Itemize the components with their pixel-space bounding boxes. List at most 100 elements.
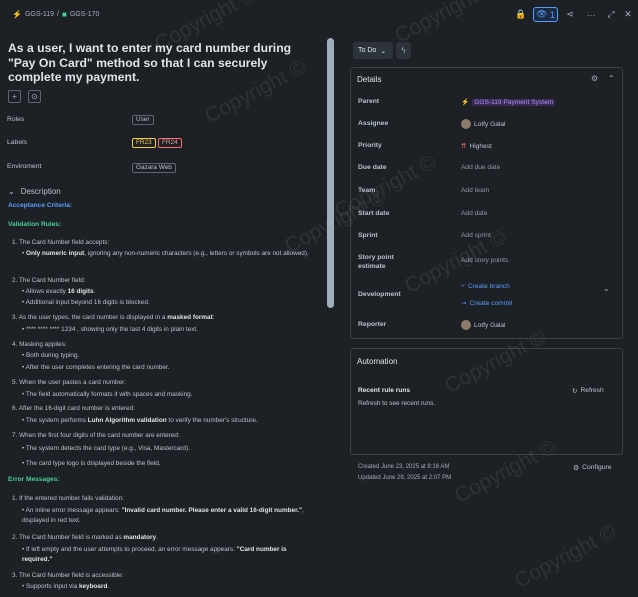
actions-icon[interactable]: ⊙: [28, 90, 41, 103]
eye-icon: 👁: [536, 9, 548, 19]
list-item: 2. The Card Number field is marked as ma…: [12, 534, 158, 541]
status-dropdown[interactable]: To Do ⌄: [353, 42, 393, 59]
list-subitem: • Additional input beyond 16 digits is b…: [22, 299, 150, 306]
errors-heading: Error Messages:: [8, 476, 60, 483]
create-commit-link[interactable]: ⊸ Create commit: [461, 299, 513, 308]
breadcrumb-parent[interactable]: GGS-119: [25, 11, 54, 18]
detail-label: Team: [358, 187, 376, 194]
list-item: 3. As the user types, the card number is…: [12, 314, 215, 321]
due-date-value[interactable]: Add due date: [461, 164, 500, 171]
text: The field automatically formats it with …: [25, 391, 193, 398]
roles-label: Roles: [7, 116, 25, 123]
label-chip[interactable]: FR23: [132, 138, 156, 148]
text: to verify the number's structure.: [166, 417, 258, 424]
add-icon[interactable]: +: [8, 90, 21, 103]
assignee-value[interactable]: Lotfy Galal: [461, 119, 506, 129]
sprint-value[interactable]: Add sprint: [461, 232, 491, 239]
acceptance-heading: Acceptance Criteria:: [8, 202, 73, 209]
list-subitem: • **** **** **** 1234 , showing only the…: [22, 326, 198, 333]
list-subitem: • An inline error message appears: "Inva…: [22, 507, 304, 524]
details-heading[interactable]: Details: [357, 75, 381, 84]
created-timestamp: Created June 23, 2025 at 8:16 AM: [358, 464, 450, 470]
breadcrumb-current[interactable]: GGS-170: [70, 11, 100, 18]
detail-label: Reporter: [358, 321, 387, 328]
list-subitem: • The system performs Luhn Algorithm val…: [22, 417, 258, 424]
reporter-value[interactable]: Lotfy Galal: [461, 320, 506, 330]
list-subitem: • Both during typing.: [22, 352, 80, 359]
text: The system performs: [25, 417, 88, 424]
watch-button[interactable]: 👁 1: [533, 7, 558, 22]
detail-label: Due date: [358, 164, 387, 171]
environment-label: Enviroment: [7, 163, 42, 170]
bold-text: keyboard: [78, 583, 108, 590]
detail-label: Development: [358, 291, 401, 298]
configure-button[interactable]: ⚙ Configure: [573, 464, 612, 472]
top-bar: ⚡ GGS-119 / ■ GGS-170 🔒 👁 1 ⋖ ··· ⤢ ✕: [0, 0, 638, 30]
parent-link[interactable]: GGS-119 Payment System: [472, 98, 556, 106]
chevron-down-icon[interactable]: ⌄: [603, 284, 610, 293]
avatar: [461, 119, 471, 129]
create-commit-text: Create commit: [469, 299, 513, 307]
automation-bolt-icon[interactable]: ϟ: [396, 42, 411, 59]
priority-text: Highest: [469, 142, 492, 150]
issue-title[interactable]: As a user, I want to enter my card numbe…: [8, 41, 320, 85]
refresh-button[interactable]: ↻ Refresh: [572, 387, 604, 395]
more-icon[interactable]: ···: [584, 7, 598, 22]
list-item: 7. When the first four digits of the car…: [12, 432, 180, 439]
scrollbar[interactable]: [327, 38, 334, 308]
text: If left empty and the user attempts to p…: [26, 546, 237, 553]
description-header[interactable]: ⌄ Description: [8, 187, 61, 196]
list-subitem: • If left empty and the user attempts to…: [22, 546, 287, 563]
text: , ignoring any non-numeric characters (e…: [84, 250, 309, 257]
recent-rule-runs: Recent rule runs: [358, 387, 411, 394]
environment-value[interactable]: Gazara Web: [132, 163, 176, 173]
epic-icon: ⚡: [461, 99, 470, 106]
list-item: 5. When the user pastes a card number:: [12, 379, 127, 386]
roles-value[interactable]: User: [132, 115, 154, 125]
chevron-down-icon: ⌄: [8, 187, 15, 196]
refresh-icon: ↻: [572, 388, 578, 395]
priority-value[interactable]: ⇈ Highest: [461, 142, 492, 151]
create-branch-text: Create branch: [467, 283, 510, 290]
configure-label: Configure: [582, 464, 612, 471]
updated-timestamp: Updated June 29, 2025 at 2:07 PM: [358, 475, 452, 481]
team-value[interactable]: Add team: [461, 187, 489, 194]
create-branch-link[interactable]: ⑂ Create branch: [461, 283, 510, 290]
list-subitem: • The card type logo is displayed beside…: [22, 460, 161, 467]
branch-icon: ⑂: [461, 283, 465, 290]
expand-icon[interactable]: ⤢: [604, 7, 618, 22]
text: After the user completes entering the ca…: [25, 364, 170, 371]
list-item: 3. The Card Number field is accessible:: [12, 572, 124, 579]
list-subitem: • Supports input via keyboard.: [22, 583, 110, 590]
lock-icon[interactable]: 🔒: [515, 7, 527, 22]
automation-heading[interactable]: Automation: [357, 357, 397, 366]
list-item: 1. The Card Number field accepts:: [12, 239, 110, 246]
settings-icon[interactable]: ⚙: [591, 74, 598, 83]
share-icon[interactable]: ⋖: [563, 7, 577, 22]
parent-value[interactable]: ⚡ GGS-119 Payment System: [461, 98, 556, 106]
detail-label: Start date: [358, 210, 390, 217]
list-subitem: • The field automatically formats it wit…: [22, 391, 193, 398]
watermark: Copyright ©: [510, 520, 620, 593]
label-chip[interactable]: FR24: [158, 138, 182, 148]
text: Allows exactly: [25, 288, 68, 295]
text: 2. The Card Number field is marked as: [12, 534, 124, 541]
detail-label: Story point estimate: [358, 254, 394, 270]
chevron-up-icon[interactable]: ⌃: [608, 74, 615, 83]
text: 3. As the user types, the card number is…: [12, 314, 168, 321]
text: The system detects the card type (e.g., …: [25, 445, 190, 452]
start-date-value[interactable]: Add date: [461, 210, 487, 217]
bold-text: 16 digits: [67, 288, 94, 295]
refresh-label: Refresh: [580, 387, 604, 394]
list-subitem: • Allows exactly 16 digits.: [22, 288, 96, 295]
text: The card type logo is displayed beside t…: [25, 460, 161, 467]
epic-icon: ⚡: [12, 10, 22, 19]
story-points-value[interactable]: Add story points: [461, 257, 508, 264]
list-subitem: • After the user completes entering the …: [22, 364, 170, 371]
bold-text: masked format: [167, 314, 213, 321]
bold-text: mandatory: [123, 534, 157, 541]
text: Additional input beyond 16 digits is blo…: [25, 299, 150, 306]
reporter-name: Lotfy Galal: [474, 321, 506, 329]
watch-count: 1: [549, 9, 555, 20]
close-icon[interactable]: ✕: [621, 7, 635, 22]
